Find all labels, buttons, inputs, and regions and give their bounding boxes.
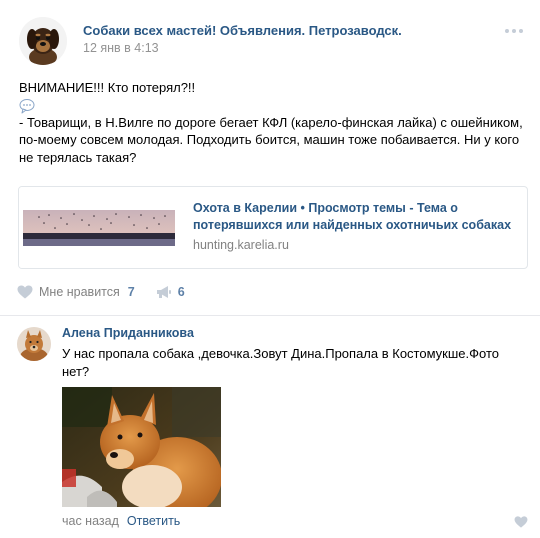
post-text-line: не терялась такая? [19,149,137,165]
like-label: Мне нравится [39,285,120,299]
comment-time[interactable]: час назад [62,514,119,528]
post-text-line: ВНИМАНИЕ!!! Кто потерял?!! [19,80,196,95]
link-preview-card[interactable]: Охота в Карелии • Просмотр темы - Тема о… [18,186,528,269]
comment-text-line: У нас пропала собака ,девочка.Зовут Дина… [62,346,499,361]
like-button[interactable]: Мне нравится 7 [17,285,135,299]
reply-button[interactable]: Ответить [127,514,180,528]
link-thumbnail [19,187,179,268]
post-text: ВНИМАНИЕ!!! Кто потерял?!! - Товарищи, в… [19,79,529,166]
divider [0,315,540,316]
post-text-line: - Товарищи, в Н.Вилге по дороге бегает К… [19,114,523,130]
post-text-line: по-моему совсем молодая. Подходить боитс… [19,132,520,147]
heart-icon [17,285,33,299]
more-dots-icon[interactable] [502,24,526,38]
link-domain: hunting.karelia.ru [193,238,289,252]
like-count: 7 [127,285,135,299]
post-actions: Мне нравится 7 6 [17,282,185,302]
comment-like-button[interactable] [514,516,528,531]
heart-icon [514,516,528,528]
share-button[interactable]: 6 [156,285,185,299]
avatar[interactable] [17,327,51,361]
link-title-line: Охота в Карелии • Просмотр темы - Тема о [193,201,458,215]
comment-text-line: нет? [62,363,90,379]
link-title[interactable]: Охота в Карелии • Просмотр темы - Тема о… [193,200,513,234]
group-avatar[interactable] [19,17,67,65]
post-date[interactable]: 12 янв в 4:13 [83,41,159,55]
dog-avatar-icon [19,17,67,65]
comment-author-link[interactable]: Алена Приданникова [62,326,194,340]
share-count: 6 [177,285,185,299]
speech-balloon-icon [19,98,35,113]
comment-text: У нас пропала собака ,девочка.Зовут Дина… [62,345,522,380]
post-author-link[interactable]: Собаки всех мастей! Объявления. Петрозав… [83,23,402,38]
megaphone-icon [156,286,171,298]
link-title-line: потерявшихся или найденных охотничьих со… [193,218,512,232]
comment-meta: час назад Ответить [62,514,180,528]
comment-photo[interactable] [62,387,221,507]
